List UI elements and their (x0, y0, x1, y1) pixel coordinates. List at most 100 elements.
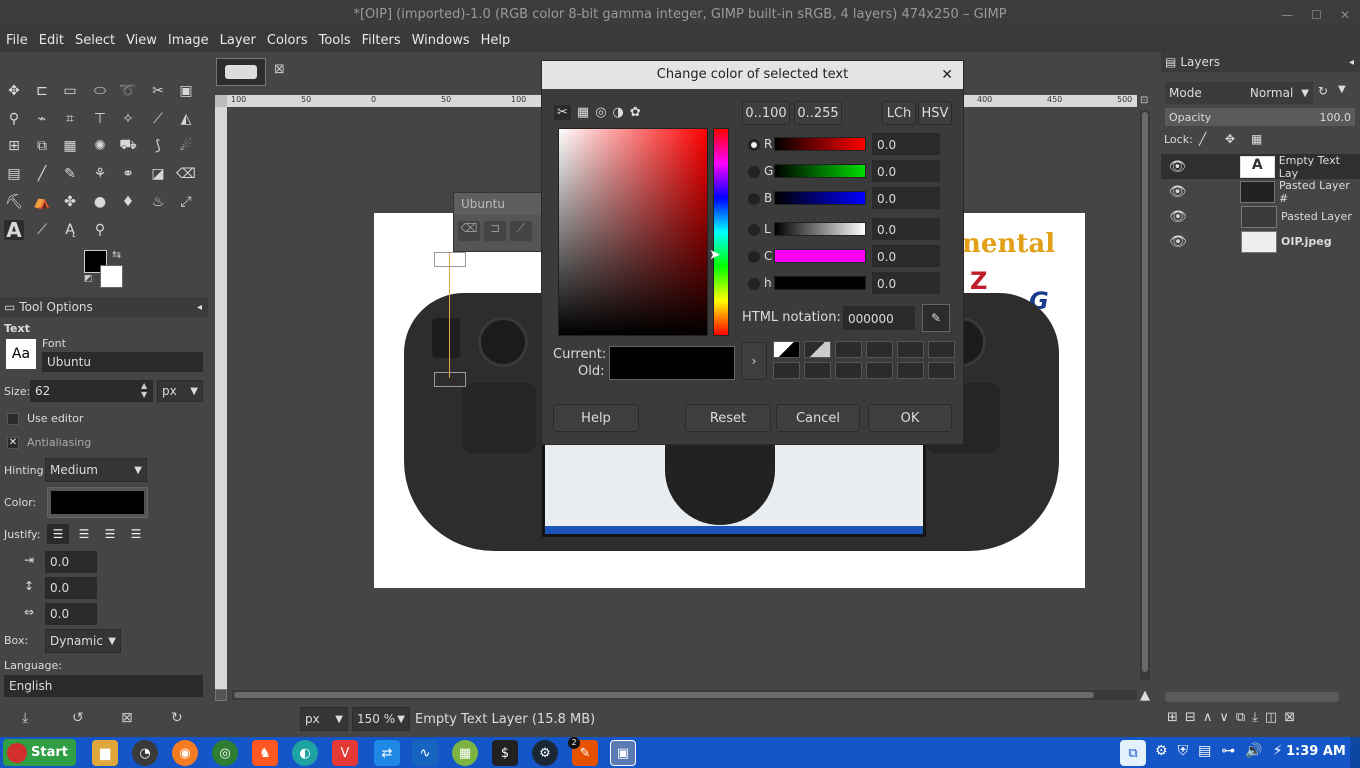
channel-l-value[interactable]: 0.0 (872, 218, 940, 240)
image-tab-thumbnail[interactable] (216, 58, 266, 86)
brave-icon[interactable]: ♞ (252, 740, 278, 766)
history-swatch[interactable] (928, 341, 955, 358)
ellipse-select-icon[interactable]: ⬭ (90, 81, 110, 101)
add-to-history-icon[interactable]: › (741, 342, 767, 380)
channel-c-value[interactable]: 0.0 (872, 245, 940, 267)
hinting-dropdown[interactable]: Medium ▼ (45, 458, 147, 482)
baseline-icon[interactable]: ⊐ (484, 221, 506, 241)
close-image-icon[interactable]: ⊠ (274, 62, 285, 77)
vivaldi-icon[interactable]: V (332, 740, 358, 766)
mask-layer-icon[interactable]: ◫ (1265, 710, 1277, 725)
channel-g-value[interactable]: 0.0 (872, 160, 940, 182)
lch-button[interactable]: LCh (882, 101, 916, 125)
use-editor-checkbox[interactable] (7, 413, 19, 425)
file-manager-icon[interactable]: ▆ (92, 740, 118, 766)
justify-right-icon[interactable]: ☰ (73, 524, 95, 544)
layer-row[interactable]: 👁 Pasted Layer (1161, 204, 1360, 229)
reset-mode-icon[interactable]: ↻ (1318, 84, 1328, 98)
text-tool-icon[interactable]: A (4, 218, 24, 242)
font-preview-button[interactable]: Aa (6, 339, 36, 369)
channel-b-slider[interactable] (774, 191, 866, 205)
dialog-close-icon[interactable]: ✕ (941, 61, 953, 89)
unit-dropdown[interactable]: px ▼ (300, 707, 348, 731)
hue-strip[interactable] (713, 128, 729, 336)
range-100-button[interactable]: 0..100 (742, 101, 790, 125)
reset-options-icon[interactable]: ↻ (171, 710, 183, 726)
panel-menu-icon[interactable]: ◂ (1349, 57, 1354, 68)
history-swatch[interactable] (804, 362, 831, 379)
workspace-icon[interactable]: ⧉ (1120, 740, 1146, 766)
steam-tray-icon[interactable]: ⚙ (1155, 743, 1168, 759)
channel-l-radio[interactable] (748, 224, 760, 236)
zoom-dropdown[interactable]: 150 % ▼ (352, 707, 410, 731)
measure-icon[interactable]: ⤢ (176, 192, 196, 212)
eraser-icon[interactable]: ⌫ (176, 164, 196, 184)
clock[interactable]: 1:39 AM (1286, 744, 1346, 759)
eye-icon[interactable]: 👁 (1161, 184, 1194, 200)
flip-icon[interactable]: ◭ (176, 109, 196, 129)
text-box-handle-bottom[interactable] (434, 372, 466, 387)
vertical-scroll-thumb[interactable] (1142, 112, 1148, 672)
foreground-select-icon[interactable]: ▣ (176, 81, 196, 101)
merge-layer-icon[interactable]: ⤓ (1252, 710, 1258, 725)
history-swatch[interactable] (835, 362, 862, 379)
eye-icon[interactable]: 👁 (1161, 159, 1194, 175)
vertical-scrollbar[interactable] (1140, 110, 1150, 680)
layer-row[interactable]: 👁 A Empty Text Lay (1161, 154, 1360, 180)
menu-edit[interactable]: Edit (39, 33, 64, 48)
menu-image[interactable]: Image (168, 33, 209, 48)
color-picker-icon[interactable]: ⟋ (32, 220, 52, 240)
reset-button[interactable]: Reset (685, 404, 771, 432)
line-spacing-input[interactable]: 0.0 (45, 577, 97, 599)
channel-c-radio[interactable] (748, 251, 760, 263)
text-box-handle-top[interactable] (434, 252, 466, 267)
history-swatch[interactable] (897, 362, 924, 379)
quick-mask-icon[interactable] (215, 689, 227, 701)
zoom-lock-icon[interactable]: ⊡ (1140, 95, 1152, 107)
navigate-icon[interactable]: ▲ (1140, 688, 1150, 703)
menu-tools[interactable]: Tools (319, 33, 351, 48)
horizontal-scroll-thumb[interactable] (234, 692, 1094, 698)
edge-dev-icon[interactable]: ◐ (292, 740, 318, 766)
cancel-button[interactable]: Cancel (776, 404, 860, 432)
smudge-brush-icon[interactable]: ♨ (148, 192, 168, 212)
wheel-selector-icon[interactable]: ◑ (613, 105, 624, 120)
bucket-icon[interactable]: ⛟ (118, 136, 138, 156)
menu-filters[interactable]: Filters (362, 33, 401, 48)
channel-c-slider[interactable] (774, 249, 866, 263)
html-notation-input[interactable]: 000000 (843, 306, 915, 330)
obs-icon[interactable]: ◔ (132, 740, 158, 766)
lock-alpha-icon[interactable]: ▦ (1251, 132, 1262, 146)
unified-transform-icon[interactable]: ⊤ (90, 109, 110, 129)
cmyk-selector-icon[interactable]: ▦ (577, 105, 589, 120)
restore-options-icon[interactable]: ↺ (72, 710, 84, 726)
start-button[interactable]: Start (3, 739, 76, 766)
gimp-selector-icon[interactable]: ✂ (554, 105, 571, 120)
opacity-slider[interactable]: Opacity 100.0 (1165, 108, 1355, 126)
eye-icon[interactable]: 👁 (1161, 209, 1195, 225)
box-dropdown[interactable]: Dynamic ▼ (45, 629, 121, 653)
menu-windows[interactable]: Windows (412, 33, 470, 48)
measure-text-icon[interactable]: Ą (60, 220, 80, 240)
history-swatch[interactable] (897, 341, 924, 358)
firefox-icon[interactable]: ◉ (172, 740, 198, 766)
layers-scrollbar[interactable] (1165, 692, 1339, 702)
text-style-font[interactable]: Ubuntu (454, 193, 542, 215)
perspective-clone-icon[interactable]: ⛺ (32, 192, 52, 212)
font-input[interactable]: Ubuntu (42, 352, 203, 372)
maximize-icon[interactable]: ☐ (1311, 8, 1322, 22)
steam-icon[interactable]: ⚙ (532, 740, 558, 766)
menu-select[interactable]: Select (75, 33, 115, 48)
menu-view[interactable]: View (126, 33, 157, 48)
clipboard-icon[interactable]: ▤ (1198, 743, 1211, 759)
menu-help[interactable]: Help (481, 33, 511, 48)
ruler-corner[interactable] (215, 95, 227, 107)
history-swatch[interactable] (866, 362, 893, 379)
eye-icon[interactable]: 👁 (1161, 234, 1195, 250)
history-swatch[interactable] (804, 341, 831, 358)
channel-b-value[interactable]: 0.0 (872, 187, 940, 209)
menu-file[interactable]: File (6, 33, 28, 48)
scissors-icon[interactable]: ✂ (148, 81, 168, 101)
shield-icon[interactable]: ⛨ (1178, 743, 1189, 759)
menu-layer[interactable]: Layer (220, 33, 256, 48)
